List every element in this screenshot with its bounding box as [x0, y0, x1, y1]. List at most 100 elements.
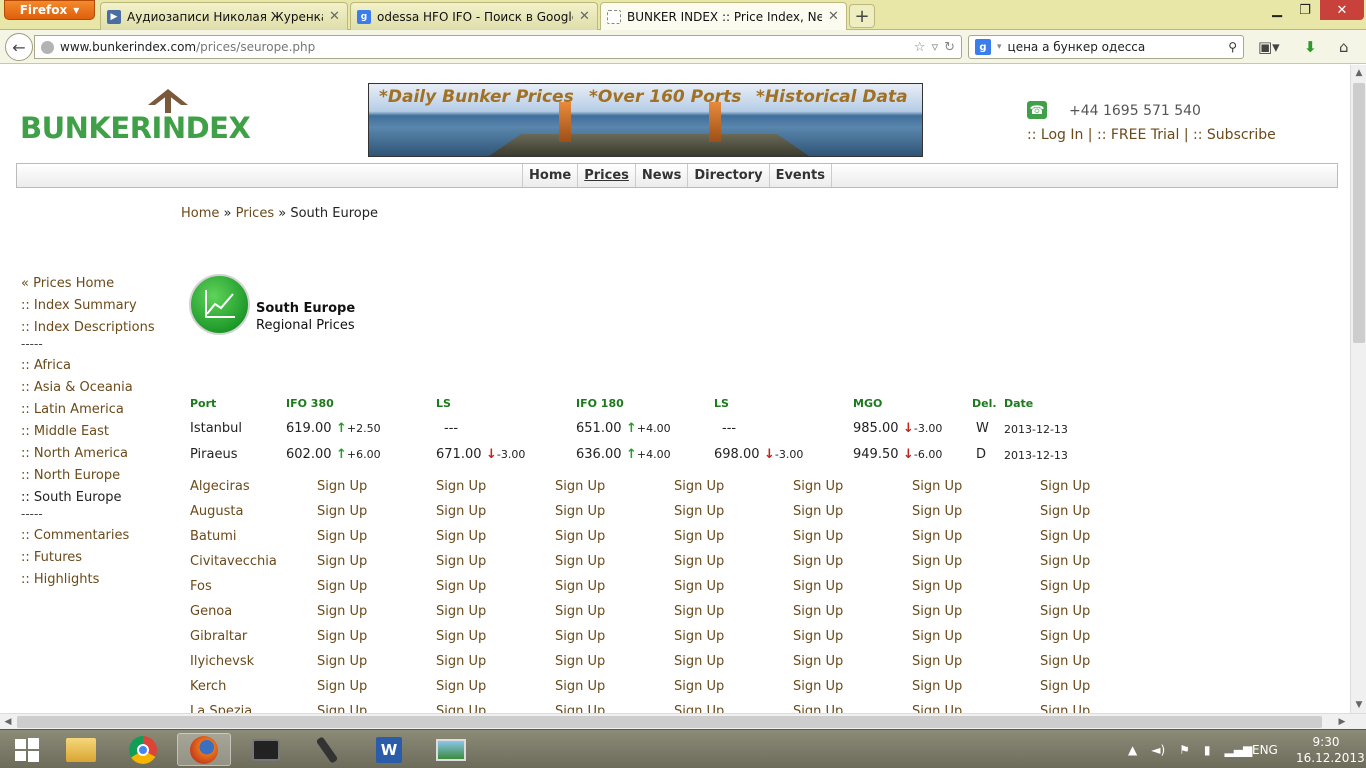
port-link[interactable]: Augusta [190, 504, 243, 519]
login-link[interactable]: Log In [1041, 127, 1083, 143]
sign-up-link[interactable]: Sign Up [1040, 704, 1090, 713]
firefox-taskbar-button[interactable] [177, 733, 231, 766]
sign-up-link[interactable]: Sign Up [912, 529, 962, 544]
photos-taskbar-button[interactable] [424, 733, 478, 766]
sign-up-link[interactable]: Sign Up [674, 654, 724, 669]
sign-up-link[interactable]: Sign Up [436, 629, 486, 644]
sign-up-link[interactable]: Sign Up [793, 504, 843, 519]
sign-up-link[interactable]: Sign Up [555, 654, 605, 669]
sign-up-link[interactable]: Sign Up [1040, 504, 1090, 519]
chrome-taskbar-button[interactable] [116, 733, 170, 766]
sign-up-link[interactable]: Sign Up [436, 579, 486, 594]
close-icon[interactable]: ✕ [828, 9, 840, 24]
sign-up-link[interactable]: Sign Up [912, 554, 962, 569]
sign-up-link[interactable]: Sign Up [912, 604, 962, 619]
sign-up-link[interactable]: Sign Up [436, 529, 486, 544]
sign-up-link[interactable]: Sign Up [555, 704, 605, 713]
clock[interactable]: 9:30 16.12.2013 [1296, 734, 1365, 766]
tab-google[interactable]: g odessa HFO IFO - Поиск в Google ✕ [350, 2, 598, 30]
close-window-button[interactable]: ✕ [1320, 0, 1364, 20]
sign-up-link[interactable]: Sign Up [317, 704, 367, 713]
sign-up-link[interactable]: Sign Up [793, 554, 843, 569]
port-link[interactable]: Ilyichevsk [190, 654, 254, 669]
sign-up-link[interactable]: Sign Up [674, 504, 724, 519]
breadcrumb-home[interactable]: Home [181, 206, 219, 221]
nav-news[interactable]: News [634, 164, 687, 187]
sign-up-link[interactable]: Sign Up [555, 679, 605, 694]
sign-up-link[interactable]: Sign Up [555, 554, 605, 569]
sign-up-link[interactable]: Sign Up [793, 529, 843, 544]
url-bar[interactable]: www.bunkerindex.com/prices/seurope.php ☆… [34, 35, 962, 59]
speaker-icon[interactable]: ◄) [1151, 743, 1165, 757]
scroll-thumb[interactable] [1353, 83, 1365, 343]
media-taskbar-button[interactable] [239, 733, 293, 766]
sign-up-link[interactable]: Sign Up [436, 679, 486, 694]
sign-up-link[interactable]: Sign Up [317, 654, 367, 669]
free-trial-link[interactable]: FREE Trial [1111, 127, 1180, 143]
sign-up-link[interactable]: Sign Up [436, 654, 486, 669]
sign-up-link[interactable]: Sign Up [793, 654, 843, 669]
tab-audio[interactable]: ▶ Аудиозаписи Николая Журенка | 173... ✕ [100, 2, 348, 30]
sidebar-item-prices-home[interactable]: « Prices Home [21, 273, 181, 295]
search-icon[interactable]: ⚲ [1228, 40, 1237, 54]
search-bar[interactable]: g ▾ цена а бункер одесса ⚲ [968, 35, 1244, 59]
sign-up-link[interactable]: Sign Up [555, 629, 605, 644]
sign-up-link[interactable]: Sign Up [793, 579, 843, 594]
sign-up-link[interactable]: Sign Up [436, 704, 486, 713]
flag-icon[interactable]: ⚑ [1179, 743, 1190, 757]
horizontal-scrollbar[interactable]: ◀ ▶ [0, 713, 1366, 729]
sign-up-link[interactable]: Sign Up [317, 579, 367, 594]
sign-up-link[interactable]: Sign Up [1040, 654, 1090, 669]
star-icon[interactable]: ☆ [914, 40, 926, 55]
port-name[interactable]: Istanbul [190, 421, 242, 436]
sign-up-link[interactable]: Sign Up [1040, 529, 1090, 544]
sidebar-item-north-europe[interactable]: :: North Europe [21, 465, 181, 487]
sign-up-link[interactable]: Sign Up [674, 554, 724, 569]
nav-home[interactable]: Home [522, 164, 577, 187]
sign-up-link[interactable]: Sign Up [674, 704, 724, 713]
mic-taskbar-button[interactable] [300, 733, 354, 766]
new-tab-button[interactable]: + [849, 4, 875, 28]
sign-up-link[interactable]: Sign Up [436, 479, 486, 494]
sign-up-link[interactable]: Sign Up [555, 529, 605, 544]
sign-up-link[interactable]: Sign Up [912, 629, 962, 644]
sidebar-item-latin-america[interactable]: :: Latin America [21, 399, 181, 421]
home-icon[interactable]: ⌂ [1339, 38, 1349, 56]
sign-up-link[interactable]: Sign Up [674, 529, 724, 544]
sign-up-link[interactable]: Sign Up [912, 704, 962, 713]
sign-up-link[interactable]: Sign Up [317, 629, 367, 644]
sign-up-link[interactable]: Sign Up [1040, 479, 1090, 494]
sign-up-link[interactable]: Sign Up [793, 479, 843, 494]
language-indicator[interactable]: ENG [1252, 730, 1278, 768]
sign-up-link[interactable]: Sign Up [793, 704, 843, 713]
sidebar-item-index-descriptions[interactable]: :: Index Descriptions [21, 317, 181, 339]
sign-up-link[interactable]: Sign Up [793, 679, 843, 694]
sidebar-item-highlights[interactable]: :: Highlights [21, 569, 181, 591]
sign-up-link[interactable]: Sign Up [793, 629, 843, 644]
tab-bunkerindex[interactable]: BUNKER INDEX :: Price Index, News a... ✕ [600, 2, 847, 30]
sign-up-link[interactable]: Sign Up [555, 479, 605, 494]
sign-up-link[interactable]: Sign Up [317, 529, 367, 544]
sign-up-link[interactable]: Sign Up [674, 629, 724, 644]
scroll-thumb[interactable] [17, 716, 1322, 728]
subscribe-link[interactable]: Subscribe [1207, 127, 1276, 143]
port-name[interactable]: Piraeus [190, 447, 238, 462]
port-link[interactable]: Kerch [190, 679, 226, 694]
sign-up-link[interactable]: Sign Up [1040, 629, 1090, 644]
sidebar-item-south-europe[interactable]: :: South Europe [21, 487, 181, 509]
nav-prices[interactable]: Prices [577, 164, 635, 187]
word-taskbar-button[interactable]: W [362, 733, 416, 766]
scroll-left-icon[interactable]: ◀ [0, 714, 16, 730]
nav-directory[interactable]: Directory [687, 164, 768, 187]
back-button[interactable]: ← [5, 33, 33, 61]
breadcrumb-prices[interactable]: Prices [236, 206, 275, 221]
port-link[interactable]: Fos [190, 579, 212, 594]
reload-icon[interactable]: ↻ [944, 40, 955, 55]
sign-up-link[interactable]: Sign Up [1040, 679, 1090, 694]
port-link[interactable]: La Spezia [190, 704, 252, 713]
sign-up-link[interactable]: Sign Up [436, 554, 486, 569]
sidebar-item-asia-oceania[interactable]: :: Asia & Oceania [21, 377, 181, 399]
sign-up-link[interactable]: Sign Up [674, 579, 724, 594]
sign-up-link[interactable]: Sign Up [1040, 554, 1090, 569]
sign-up-link[interactable]: Sign Up [1040, 604, 1090, 619]
